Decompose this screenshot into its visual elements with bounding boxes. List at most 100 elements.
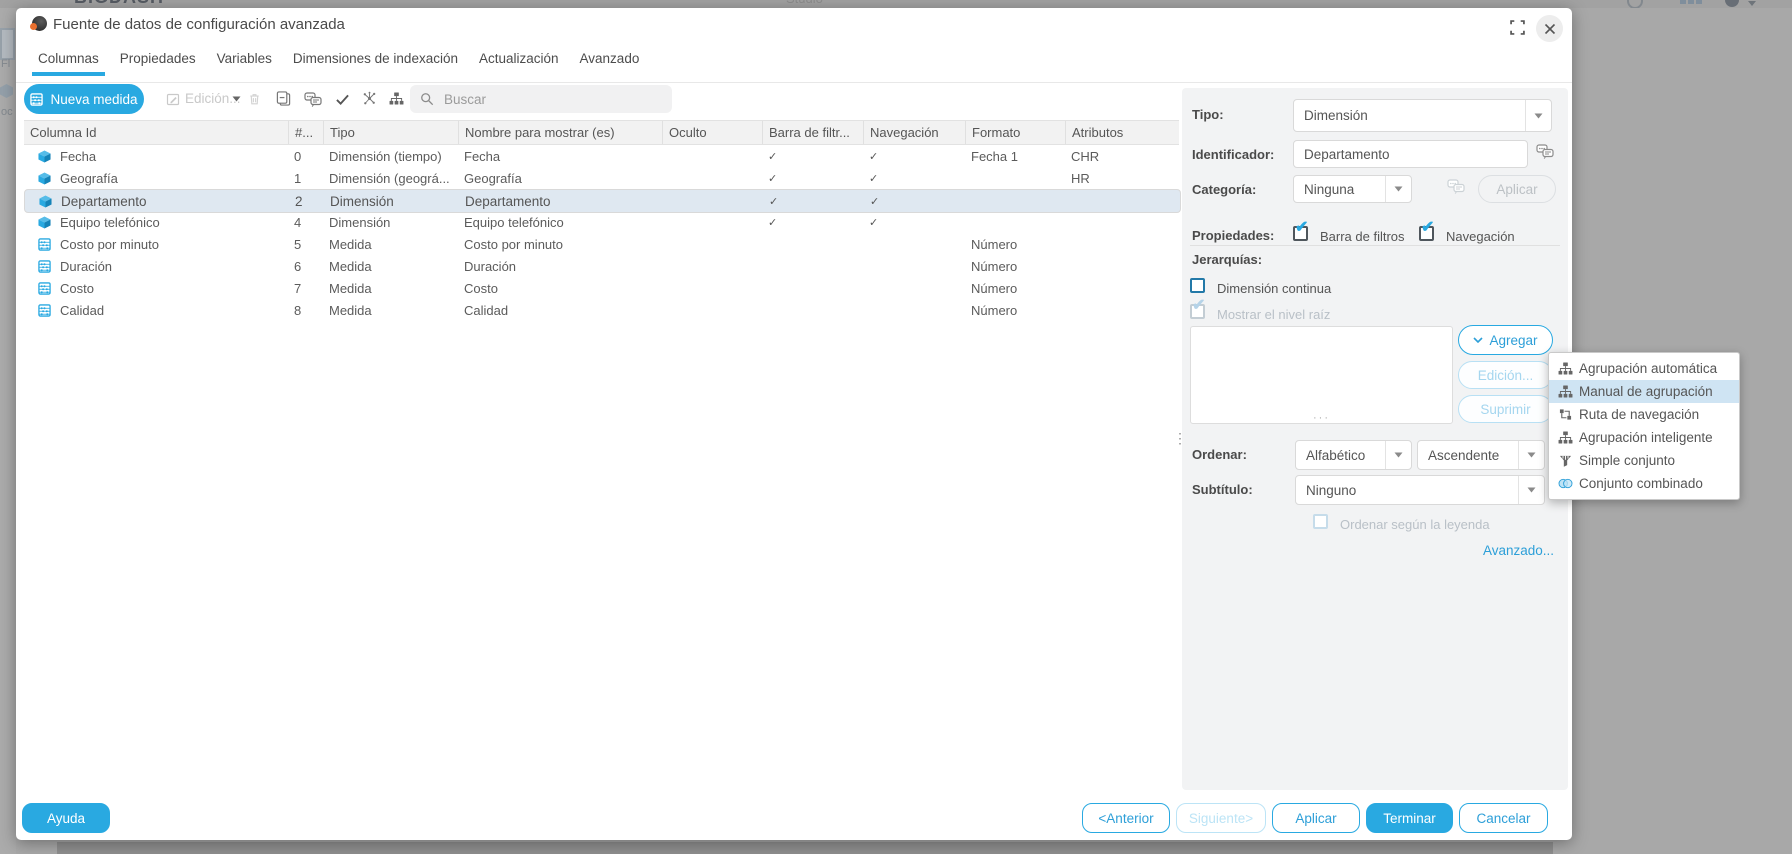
menu-item-ruta-de-navegación[interactable]: Ruta de navegación [1549,403,1739,426]
sort-label: Ordenar: [1192,447,1247,462]
chevron-down-icon[interactable] [1385,176,1411,202]
apply-button[interactable]: Aplicar [1272,803,1360,833]
navigation-checkbox[interactable] [1419,226,1434,241]
column-header[interactable]: Formato [965,121,1065,144]
show-root-level-label: Mostrar el nivel raíz [1217,307,1330,322]
continuous-dimension-label[interactable]: Dimensión continua [1217,281,1331,296]
measure-icon [38,260,51,273]
help-button[interactable]: Ayuda [22,803,110,833]
add-hierarchy-button[interactable]: Agregar [1458,325,1553,355]
translate-icon[interactable] [1536,144,1554,159]
column-header[interactable]: Oculto [662,121,762,144]
tab-columnas[interactable]: Columnas [32,46,105,79]
hierarchies-listbox[interactable]: ··· [1190,326,1453,424]
hierarchy-icon[interactable] [389,92,404,105]
duplicate-icon[interactable] [276,91,291,106]
help-icon [1627,0,1643,8]
translate-icon[interactable] [304,92,322,107]
measure-icon [30,93,43,106]
cancel-button[interactable]: Cancelar [1459,803,1548,833]
column-id-label: Duración [60,259,112,274]
tab-variables[interactable]: Variables [211,46,278,79]
column-header[interactable]: Tipo [323,121,458,144]
menu-item-agrupación-inteligente[interactable]: Agrupación inteligente [1549,426,1739,449]
funnel-icon [1557,454,1574,467]
table-row[interactable]: Departamento2DimensiónDepartamento✓✓ [24,189,1181,213]
sort-by-legend-label: Ordenar según la leyenda [1340,517,1490,532]
table-header: Columna Id#...TipoNombre para mostrar (e… [24,120,1179,145]
hierarchy-icon [1557,362,1574,375]
chevron-down-icon[interactable] [1518,441,1544,469]
subtitle-select[interactable]: Ninguno [1295,475,1545,505]
table-row[interactable]: Costo por minuto5MedidaCosto por minutoN… [24,233,1179,255]
tab-dimensiones-de-indexación[interactable]: Dimensiones de indexación [287,46,464,79]
edit-dropdown-icon[interactable] [232,96,241,102]
table-row[interactable]: Calidad8MedidaCalidadNúmero [24,299,1179,321]
background-app-header: BIGDASH Studio [0,0,1792,8]
cube-icon [0,84,13,98]
apply-category-button[interactable]: Aplicar [1478,175,1556,203]
menu-item-manual-de-agrupación[interactable]: Manual de agrupación [1549,380,1739,403]
new-measure-label: Nueva medida [50,92,137,107]
sort-by-legend-checkbox [1313,514,1328,529]
tab-avanzado[interactable]: Avanzado [574,46,646,79]
column-header[interactable]: #... [288,121,323,144]
type-select[interactable]: Dimensión [1293,99,1552,132]
tab-propiedades[interactable]: Propiedades [114,46,202,79]
finish-button[interactable]: Terminar [1366,803,1453,833]
column-header[interactable]: Atributos [1065,121,1179,144]
identifier-label: Identificador: [1192,147,1274,162]
table-row[interactable]: Costo7MedidaCostoNúmero [24,277,1179,299]
edit-button[interactable]: Edición... [166,91,241,106]
filter-bar-checkbox-label[interactable]: Barra de filtros [1320,229,1405,244]
close-icon[interactable] [1536,15,1563,42]
sort-mode-select[interactable]: Alfabético [1295,440,1412,470]
dialog-advanced-datasource: Fuente de datos de configuración avanzad… [16,8,1572,840]
new-measure-button[interactable]: Nueva medida [24,84,144,114]
column-header[interactable]: Nombre para mostrar (es) [458,121,662,144]
trash-icon [248,92,261,106]
background-left-fragment: Fl oc [0,8,16,854]
previous-button[interactable]: <Anterior [1082,803,1170,833]
pencil-icon [166,92,180,106]
validate-check-icon[interactable] [335,93,350,106]
maximize-icon[interactable] [1510,20,1526,36]
path-icon [1557,408,1574,421]
column-header[interactable]: Barra de filtr... [762,121,863,144]
column-id-label: Equipo telefónico [60,215,160,230]
screen: BIGDASH Studio Fl oc Fuente de datos de … [0,0,1792,854]
tab-actualización[interactable]: Actualización [473,46,565,79]
properties-panel: Tipo: Dimensión Identificador: Categoría… [1182,88,1568,790]
chevron-down-icon[interactable] [1518,476,1544,504]
dimension-icon [38,150,51,163]
table-row[interactable]: Geografía1Dimensión (geográ...Geografía✓… [24,167,1179,189]
menu-item-conjunto-combinado[interactable]: Conjunto combinado [1549,472,1739,495]
continuous-dimension-checkbox[interactable] [1190,278,1205,293]
advanced-link[interactable]: Avanzado... [1483,543,1554,558]
search-input[interactable] [442,91,662,108]
network-icon[interactable] [362,91,377,106]
navigation-checkbox-label[interactable]: Navegación [1446,229,1515,244]
column-header[interactable]: Navegación [863,121,965,144]
identifier-input[interactable] [1293,140,1528,168]
chevron-down-icon[interactable] [1525,100,1551,131]
table-row[interactable]: Equipo telefónico4DimensiónEquipo telefó… [24,211,1179,233]
divider [1190,245,1560,246]
sort-direction-select[interactable]: Ascendente [1417,440,1545,470]
dialog-title: Fuente de datos de configuración avanzad… [53,16,345,33]
filter-bar-checkbox[interactable] [1293,226,1308,241]
add-hierarchy-menu: Agrupación automáticaManual de agrupació… [1548,352,1740,500]
table-row[interactable]: Fecha0Dimensión (tiempo)Fecha✓✓Fecha 1CH… [24,145,1179,167]
edit-hierarchy-button: Edición... [1458,361,1553,389]
tabs-divider [16,82,1572,83]
chevron-down-icon[interactable] [1385,441,1411,469]
table-row[interactable]: Duración6MedidaDuraciónNúmero [24,255,1179,277]
menu-item-simple-conjunto[interactable]: Simple conjunto [1549,449,1739,472]
hierarchy-icon [1557,385,1574,398]
resize-handle[interactable]: ··· [1191,414,1452,423]
avatar [1725,0,1739,7]
column-header[interactable]: Columna Id [24,121,288,144]
venn-icon [1557,478,1574,489]
category-select[interactable]: Ninguna [1293,175,1412,203]
menu-item-agrupación-automática[interactable]: Agrupación automática [1549,357,1739,380]
